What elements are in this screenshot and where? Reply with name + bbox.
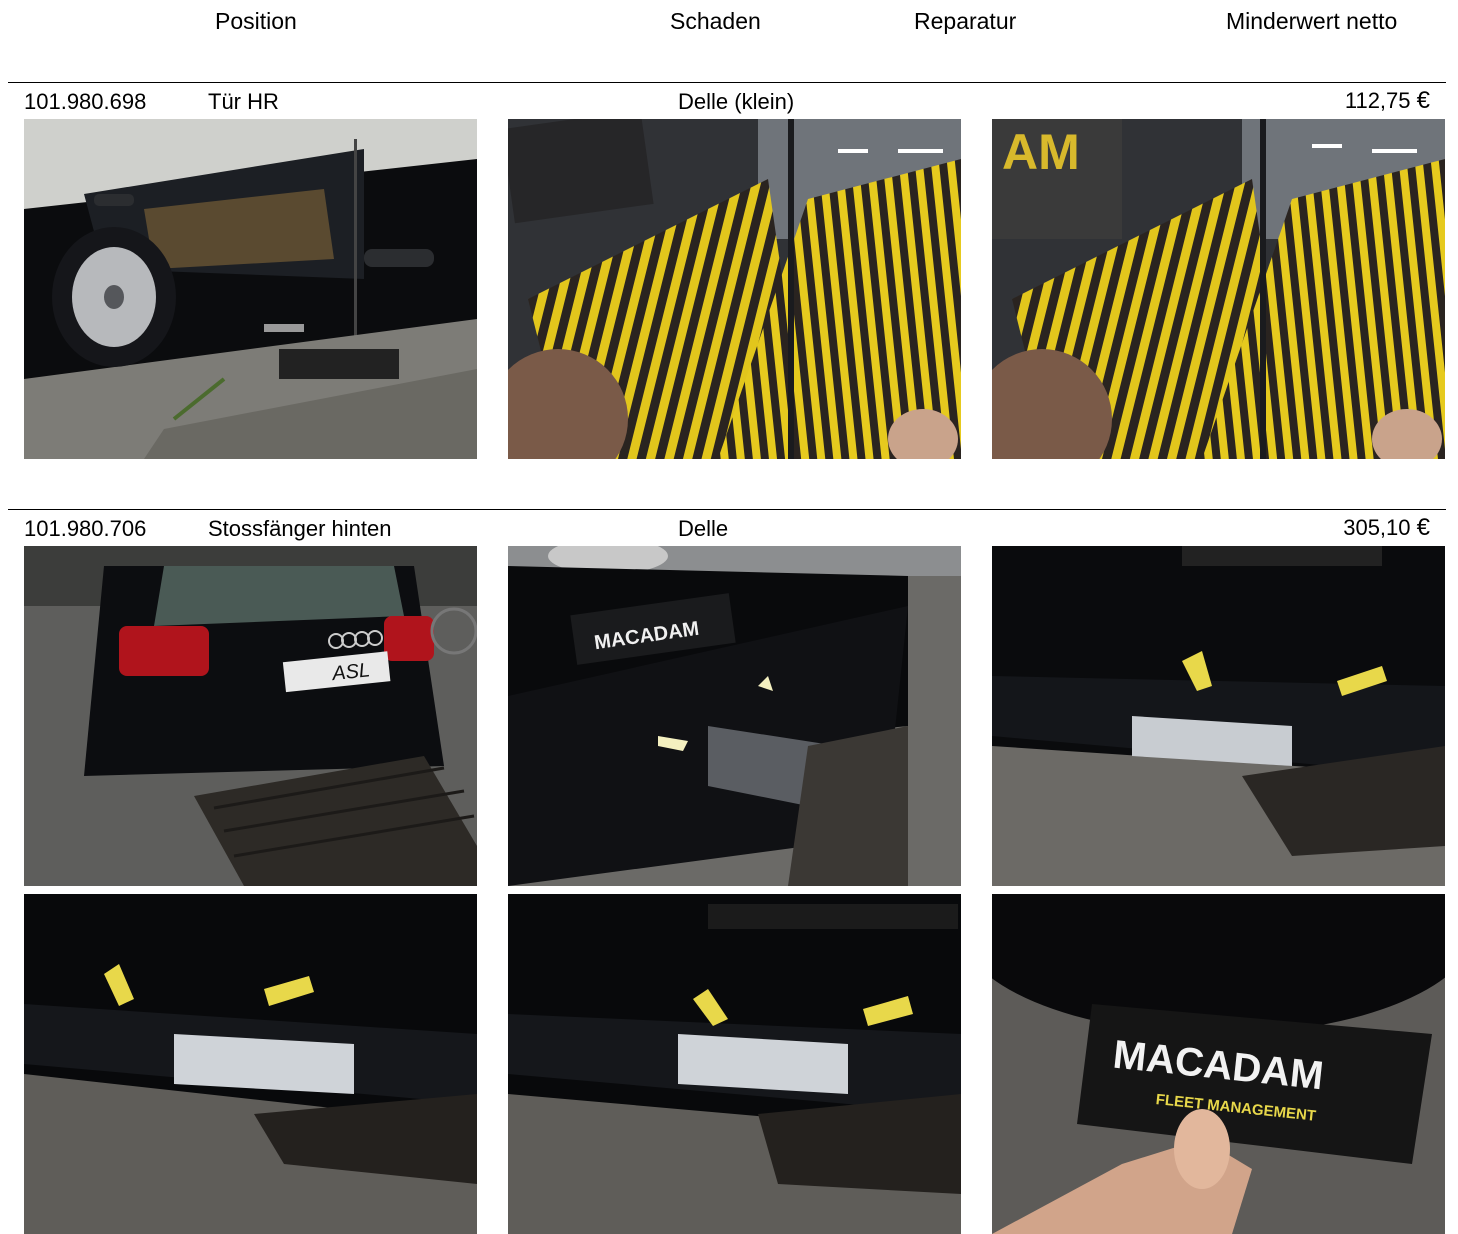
svg-text:AM: AM	[1002, 124, 1080, 180]
rear-bumper-overview-photo: ASL	[24, 546, 477, 886]
item-damage: Delle (klein)	[678, 89, 795, 114]
rear-door-overview-photo	[24, 119, 477, 459]
bumper-dent-gauge-photo: MACADAM	[508, 546, 961, 886]
item-amount: 112,75 €	[1345, 87, 1430, 115]
row-divider	[8, 82, 1446, 83]
header-minderwert: Minderwert netto	[1226, 8, 1398, 34]
dent-gauge-closeup-photo	[508, 119, 961, 459]
currency-symbol: €	[1416, 514, 1430, 541]
item-amount: 305,10 €	[1343, 514, 1430, 542]
currency-symbol: €	[1416, 87, 1430, 114]
item-damage: Delle	[678, 516, 729, 541]
row-divider	[8, 509, 1446, 510]
item-part: Stossfänger hinten	[208, 516, 392, 541]
amount-value: 112,75	[1344, 88, 1411, 113]
header-reparatur: Reparatur	[914, 8, 1017, 34]
header-position: Position	[215, 8, 297, 34]
bumper-dent-arrows-photo-2	[24, 894, 477, 1234]
item-part: Tür HR	[208, 89, 279, 114]
amount-value: 305,10	[1343, 515, 1411, 540]
macadam-gauge-photo: MACADAM FLEET MANAGEMENT	[992, 894, 1445, 1234]
dent-gauge-closeup-photo-2: AM	[992, 119, 1445, 459]
item-number: 101.980.706	[24, 516, 147, 541]
bumper-dent-arrows-photo	[992, 546, 1445, 886]
item-number: 101.980.698	[24, 89, 147, 114]
license-plate-text: ASL	[330, 659, 371, 685]
header-schaden: Schaden	[670, 8, 761, 34]
bumper-dent-arrows-photo-3	[508, 894, 961, 1234]
